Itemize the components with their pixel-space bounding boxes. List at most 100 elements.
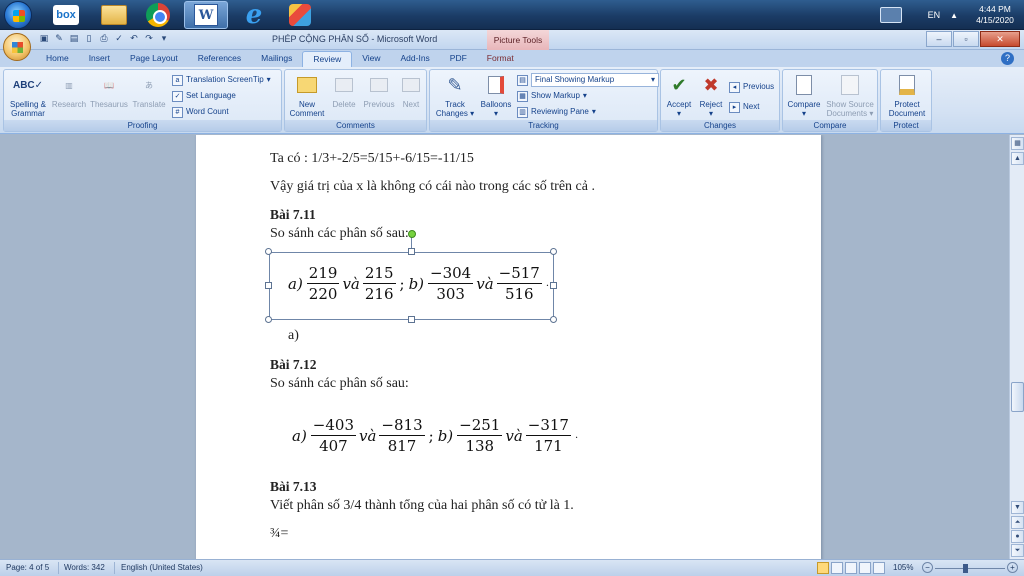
outline-view-button[interactable]	[859, 562, 871, 574]
heading-bai-7-12[interactable]: Bài 7.12	[270, 357, 317, 373]
show-markup-button[interactable]: ▦ Show Markup ▾	[517, 89, 587, 103]
tab-insert[interactable]: Insert	[79, 51, 120, 67]
display-for-review-dropdown[interactable]: ▤ Final Showing Markup ▾	[517, 73, 659, 87]
taskbar-word-app[interactable]: W	[184, 1, 228, 29]
taskbar-explorer-app[interactable]	[92, 1, 136, 29]
tab-home[interactable]: Home	[36, 51, 79, 67]
spelling-grammar-button[interactable]: ABC✓ Spelling & Grammar	[6, 73, 50, 118]
print-icon[interactable]: ⎙	[98, 32, 110, 44]
edit-icon[interactable]: ✎	[53, 32, 65, 44]
tray-expand-icon[interactable]: ▲	[950, 11, 958, 20]
help-icon[interactable]: ?	[1001, 52, 1014, 65]
resize-handle-bottom-right[interactable]	[550, 316, 557, 323]
resize-handle-top[interactable]	[408, 248, 415, 255]
image-selection-frame[interactable]	[269, 252, 554, 320]
research-button[interactable]: ▥ Research	[50, 73, 88, 110]
page-indicator[interactable]: Page: 4 of 5	[6, 563, 49, 572]
taskbar-box-app[interactable]: box	[44, 1, 88, 29]
print-preview-icon[interactable]: ▤	[68, 32, 80, 44]
heading-bai-7-11[interactable]: Bài 7.11	[270, 207, 316, 223]
translation-screentip-button[interactable]: a Translation ScreenTip ▾	[172, 73, 271, 87]
vertical-scrollbar[interactable]: ▦ ▲ ▼ ⏶ ● ⏷	[1009, 135, 1024, 559]
equation-7-12[interactable]: a) −403 407 và −813 817 ; b) −251 138 và −3…	[292, 416, 582, 455]
translate-button[interactable]: あ Translate	[130, 73, 168, 110]
ruler-toggle-icon[interactable]: ▦	[1011, 137, 1024, 150]
heading-bai-7-13[interactable]: Bài 7.13	[270, 479, 317, 495]
web-layout-view-button[interactable]	[845, 562, 857, 574]
scroll-down-button[interactable]: ▼	[1011, 501, 1024, 514]
start-button[interactable]	[4, 1, 32, 29]
previous-change-button[interactable]: ◂ Previous	[729, 80, 774, 94]
zoom-in-button[interactable]: +	[1007, 562, 1018, 573]
save-icon[interactable]: ▣	[38, 32, 50, 44]
reviewing-pane-button[interactable]: ▥ Reviewing Pane ▾	[517, 105, 596, 119]
document-area[interactable]: Ta có : 1/3+-2/5=5/15+-6/15=-11/15 Vậy g…	[0, 135, 1009, 559]
redo-icon[interactable]: ↷	[143, 32, 155, 44]
full-screen-reading-view-button[interactable]	[831, 562, 843, 574]
word-count-button[interactable]: # Word Count	[172, 105, 229, 119]
accept-button[interactable]: ✔ Accept ▾	[663, 73, 695, 119]
resize-handle-top-left[interactable]	[265, 248, 272, 255]
new-comment-button[interactable]: New Comment	[287, 73, 327, 118]
doc-line-so-sanh-2[interactable]: So sánh các phân số sau:	[270, 376, 409, 392]
language-status[interactable]: English (United States)	[121, 563, 203, 572]
previous-comment-button[interactable]: Previous	[361, 73, 397, 109]
customize-qat-icon[interactable]: ▾	[158, 32, 170, 44]
resize-handle-top-right[interactable]	[550, 248, 557, 255]
scroll-up-button[interactable]: ▲	[1011, 152, 1024, 165]
close-button[interactable]: ✕	[980, 31, 1020, 47]
resize-handle-bottom[interactable]	[408, 316, 415, 323]
spelling-icon[interactable]: ✓	[113, 32, 125, 44]
tab-view[interactable]: View	[352, 51, 390, 67]
new-document-icon[interactable]: ▯	[83, 32, 95, 44]
resize-handle-right[interactable]	[550, 282, 557, 289]
word-count-indicator[interactable]: Words: 342	[64, 563, 105, 572]
resize-handle-bottom-left[interactable]	[265, 316, 272, 323]
restore-button[interactable]: ▫	[953, 31, 979, 47]
tab-add-ins[interactable]: Add-Ins	[391, 51, 440, 67]
next-comment-button[interactable]: Next	[397, 73, 425, 109]
doc-line-so-sanh[interactable]: So sánh các phân số sau:	[270, 226, 409, 242]
taskbar-paint-app[interactable]	[278, 1, 322, 29]
tab-mailings[interactable]: Mailings	[251, 51, 302, 67]
previous-page-button[interactable]: ⏶	[1011, 516, 1024, 529]
delete-comment-button[interactable]: Delete	[327, 73, 361, 109]
doc-line-vay[interactable]: Vậy giá trị của x là không có cái nào tr…	[270, 179, 595, 195]
language-indicator[interactable]: EN	[928, 10, 941, 20]
doc-line-ta-co[interactable]: Ta có : 1/3+-2/5=5/15+-6/15=-11/15	[270, 151, 474, 167]
taskbar-chrome-app[interactable]	[136, 1, 180, 29]
office-button[interactable]	[3, 33, 31, 61]
doc-line-three-quarters[interactable]: ¾=	[270, 526, 288, 542]
minimize-button[interactable]: –	[926, 31, 952, 47]
thesaurus-button[interactable]: 📖 Thesaurus	[88, 73, 130, 110]
zoom-out-button[interactable]: −	[922, 562, 933, 573]
track-changes-button[interactable]: ✎ Track Changes ▾	[432, 73, 478, 119]
resize-handle-left[interactable]	[265, 282, 272, 289]
protect-document-button[interactable]: Protect Document	[883, 73, 931, 118]
doc-line-viet[interactable]: Viết phân số 3/4 thành tổng của hai phân…	[270, 498, 574, 514]
zoom-level[interactable]: 105%	[893, 563, 913, 572]
next-change-button[interactable]: ▸ Next	[729, 100, 759, 114]
scroll-thumb[interactable]	[1011, 382, 1024, 412]
undo-icon[interactable]: ↶	[128, 32, 140, 44]
tab-references[interactable]: References	[188, 51, 251, 67]
clock[interactable]: 4:44 PM 4/15/2020	[968, 4, 1022, 26]
print-layout-view-button[interactable]	[817, 562, 829, 574]
zoom-slider-thumb[interactable]	[963, 564, 968, 573]
set-language-button[interactable]: ✓ Set Language	[172, 89, 236, 103]
draft-view-button[interactable]	[873, 562, 885, 574]
show-source-documents-button[interactable]: Show Source Documents ▾	[823, 73, 877, 118]
taskbar-ie-app[interactable]: e	[232, 1, 276, 29]
pen-input-icon[interactable]	[879, 7, 902, 23]
balloons-button[interactable]: Balloons ▾	[478, 73, 514, 118]
tab-format[interactable]: Format	[477, 51, 524, 67]
next-page-button[interactable]: ⏷	[1011, 544, 1024, 557]
tab-page-layout[interactable]: Page Layout	[120, 51, 188, 67]
zoom-slider[interactable]	[935, 568, 1005, 569]
rotate-handle[interactable]	[408, 230, 416, 238]
compare-button[interactable]: Compare ▾	[785, 73, 823, 118]
select-browse-object-button[interactable]: ●	[1011, 530, 1024, 543]
document-page[interactable]: Ta có : 1/3+-2/5=5/15+-6/15=-11/15 Vậy g…	[196, 135, 821, 559]
tab-pdf[interactable]: PDF	[440, 51, 477, 67]
tab-review[interactable]: Review	[302, 51, 353, 67]
